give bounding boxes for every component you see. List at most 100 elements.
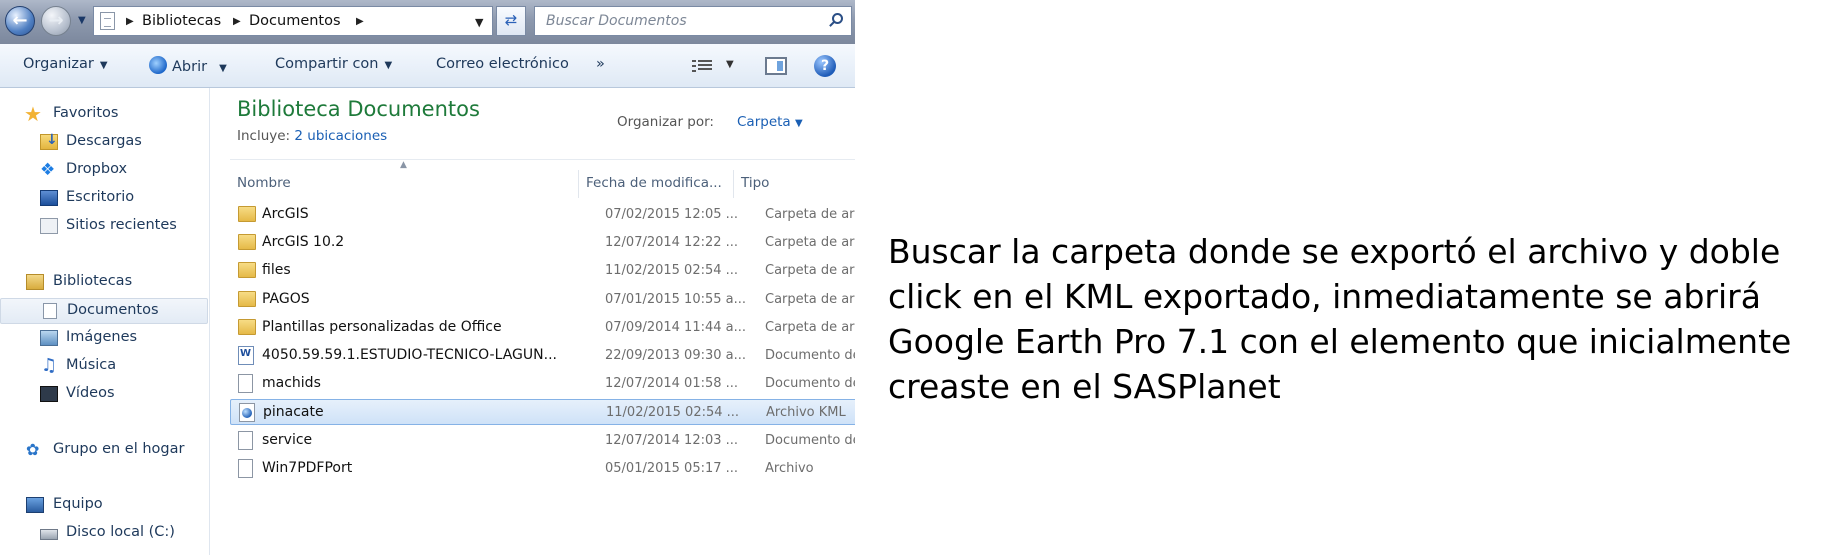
- help-icon[interactable]: ?: [814, 55, 836, 77]
- address-dropdown-icon[interactable]: ▼: [475, 16, 483, 29]
- nav-item-dropbox[interactable]: ❖ Dropbox: [0, 158, 208, 184]
- star-icon: ★: [24, 102, 42, 126]
- library-includes: Incluye: 2 ubicaciones: [237, 128, 387, 144]
- computer-icon: [26, 497, 44, 513]
- column-header-type[interactable]: Tipo: [733, 170, 855, 198]
- nav-item-bibliotecas[interactable]: Bibliotecas: [0, 270, 208, 296]
- address-bar-area: ← → ▼ ▶ Bibliotecas ▶ Documentos ▶ ▼ ⇄: [0, 0, 855, 44]
- internet-explorer-icon: [149, 56, 167, 74]
- file-row[interactable]: PAGOS 07/01/2015 10:55 a... Carpeta de arc…: [230, 287, 855, 313]
- videos-library-icon: [40, 386, 58, 402]
- file-name: Win7PDFPort: [262, 459, 353, 476]
- organize-button[interactable]: Organizar ▼: [23, 56, 108, 72]
- music-library-icon: ♫: [41, 355, 58, 376]
- file-name: files: [262, 262, 291, 279]
- refresh-button[interactable]: ⇄: [496, 6, 526, 36]
- breadcrumb-arrow-icon[interactable]: ▶: [126, 16, 134, 27]
- file-type: Documento de M: [765, 348, 855, 363]
- nav-item-musica[interactable]: ♫ Música: [0, 354, 208, 380]
- desktop-icon: [40, 190, 58, 206]
- arrange-by-value: Carpeta: [737, 114, 791, 130]
- search-box[interactable]: [534, 6, 852, 36]
- email-button[interactable]: Correo electrónico: [436, 56, 569, 72]
- file-row[interactable]: ArcGIS 10.2 12/07/2014 12:22 ... Carpeta d…: [230, 230, 855, 256]
- documents-library-icon: [43, 303, 57, 319]
- file-row[interactable]: 4050.59.59.1.ESTUDIO-TECNICO-LAGUN... 22/…: [230, 343, 855, 369]
- file-date: 07/01/2015 10:55 a...: [605, 291, 747, 307]
- file-name: Plantillas personalizadas de Office: [262, 318, 502, 335]
- command-bar: Organizar ▼ Abrir ▼ Compartir con ▼ Correo …: [0, 44, 855, 88]
- chevron-down-icon[interactable]: ▼: [219, 63, 227, 74]
- file-row[interactable]: files 11/02/2015 02:54 ... Carpeta de arch…: [230, 258, 855, 284]
- breadcrumb-arrow-icon[interactable]: ▶: [233, 16, 241, 27]
- pictures-library-icon: [40, 330, 58, 346]
- includes-locations-link[interactable]: 2 ubicaciones: [294, 128, 387, 144]
- nav-item-videos[interactable]: Vídeos: [0, 382, 208, 408]
- text-file-icon: [238, 374, 253, 394]
- nav-item-grupo-en-el-hogar[interactable]: ✿ Grupo en el hogar: [0, 438, 208, 464]
- file-type: Carpeta de archi: [765, 235, 855, 251]
- header-divider: [230, 159, 855, 160]
- folder-icon: [238, 234, 256, 251]
- nav-item-sitios-recientes[interactable]: Sitios recientes: [0, 214, 208, 240]
- nav-item-imagenes[interactable]: Imágenes: [0, 326, 208, 352]
- search-input[interactable]: [535, 7, 826, 35]
- file-row[interactable]: service 12/07/2014 12:03 ... Documento de …: [230, 428, 855, 454]
- nav-item-documentos[interactable]: Documentos: [0, 298, 208, 324]
- preview-pane-icon[interactable]: [765, 57, 787, 75]
- libraries-icon: [26, 274, 44, 290]
- dropbox-icon: ❖: [40, 160, 56, 180]
- nav-item-descargas[interactable]: Descargas: [0, 130, 208, 156]
- forward-button[interactable]: →: [41, 6, 71, 36]
- file-type: Carpeta de archi: [765, 263, 855, 279]
- nav-label: Disco local (C:): [66, 524, 175, 540]
- breadcrumb-bibliotecas[interactable]: Bibliotecas: [142, 13, 221, 29]
- column-header-name[interactable]: Nombre: [230, 170, 578, 198]
- local-disk-icon: [40, 529, 58, 540]
- open-button[interactable]: Abrir ▼: [149, 56, 227, 75]
- share-label: Compartir con: [275, 56, 379, 72]
- nav-label: Descargas: [66, 133, 142, 149]
- recent-places-icon: [40, 218, 58, 234]
- share-button[interactable]: Compartir con ▼: [275, 56, 392, 72]
- file-name: pinacate: [263, 404, 324, 421]
- nav-label: Dropbox: [66, 161, 128, 177]
- nav-item-equipo[interactable]: Equipo: [0, 493, 208, 519]
- change-view-icon[interactable]: [692, 58, 712, 74]
- view-dropdown-icon[interactable]: ▼: [726, 59, 734, 70]
- file-row[interactable]: Plantillas personalizadas de Office 07/09…: [230, 315, 855, 341]
- file-date: 07/02/2015 12:05 ...: [605, 207, 739, 222]
- file-date: 07/09/2014 11:44 a...: [605, 319, 747, 335]
- arrange-by-dropdown[interactable]: Carpeta ▼: [737, 114, 803, 130]
- arrange-by-label: Organizar por:: [617, 114, 714, 130]
- nav-label: Sitios recientes: [66, 217, 177, 233]
- folder-icon: [238, 262, 256, 279]
- file-row[interactable]: machids 12/07/2014 01:58 ... Documento de …: [230, 371, 855, 397]
- file-name: PAGOS: [262, 290, 310, 307]
- file-name: machids: [262, 375, 321, 392]
- nav-item-disco-local[interactable]: Disco local (C:): [0, 521, 208, 547]
- file-row[interactable]: ArcGIS 07/02/2015 12:05 ... Carpeta de arc…: [230, 202, 855, 228]
- file-row[interactable]: Win7PDFPort 05/01/2015 05:17 ... Archivo: [230, 456, 855, 482]
- back-button[interactable]: ←: [5, 6, 35, 36]
- file-row[interactable]: pinacate 11/02/2015 02:54 ... Archivo KML: [230, 399, 855, 426]
- folder-icon: [238, 290, 256, 307]
- nav-label: Imágenes: [66, 329, 138, 345]
- breadcrumb-documentos[interactable]: Documentos: [249, 13, 341, 29]
- breadcrumb-arrow-icon[interactable]: ▶: [356, 16, 364, 27]
- search-icon[interactable]: [832, 13, 843, 24]
- file-date: 11/02/2015 02:54 ...: [605, 263, 739, 279]
- file-type: Documento de t: [765, 376, 855, 392]
- content-pane: Biblioteca Documentos Incluye: 2 ubicaci…: [210, 88, 855, 555]
- nav-item-escritorio[interactable]: Escritorio: [0, 186, 208, 212]
- nav-item-favoritos[interactable]: ★ Favoritos: [0, 102, 208, 128]
- nav-label: Bibliotecas: [53, 273, 133, 289]
- more-commands-button[interactable]: »: [596, 56, 605, 72]
- includes-label: Incluye:: [237, 128, 291, 144]
- nav-label: Grupo en el hogar: [53, 441, 185, 457]
- history-dropdown-icon[interactable]: ▼: [78, 15, 86, 26]
- kml-file-icon: [239, 403, 255, 423]
- column-header-date[interactable]: Fecha de modifica...: [578, 170, 733, 198]
- file-explorer-window: ← → ▼ ▶ Bibliotecas ▶ Documentos ▶ ▼ ⇄ O…: [0, 0, 855, 555]
- address-bar[interactable]: ▶ Bibliotecas ▶ Documentos ▶ ▼: [93, 6, 493, 36]
